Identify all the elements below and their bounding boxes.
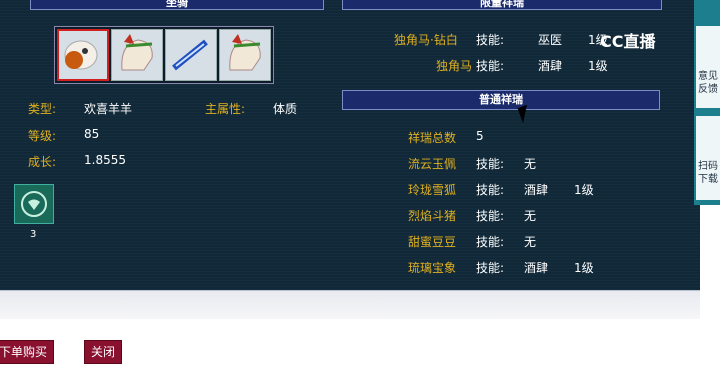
mount-icon-strip <box>54 26 274 84</box>
item-skill: 巫医 <box>538 33 563 47</box>
item-level: 1级 <box>574 261 594 275</box>
total-label: 祥瑞总数 <box>408 131 457 145</box>
mount-slot-horse-2[interactable] <box>219 29 271 81</box>
sword-icon <box>172 39 208 71</box>
download-button[interactable]: 扫码下载 <box>696 116 720 200</box>
item-skill: 酒肆 <box>524 183 549 197</box>
horse-icon <box>121 34 153 71</box>
side-toolbar: 意见反馈 扫码下载 <box>694 0 720 205</box>
mount-slot-sheep[interactable] <box>57 29 109 81</box>
feedback-button[interactable]: 意见反馈 <box>696 26 720 108</box>
growth-value: 1.8555 <box>84 153 126 167</box>
total-value: 5 <box>476 129 484 143</box>
panel-footer-band <box>0 290 700 319</box>
item-skill-label: 技能: <box>476 183 505 197</box>
mount-slot-sword[interactable] <box>165 29 217 81</box>
buy-button[interactable]: 下单购买 <box>0 340 55 364</box>
normal-item: 玲珑雪狐 技能: 酒肆 1级 <box>408 181 594 198</box>
item-level: 1级 <box>574 183 594 197</box>
close-button[interactable]: 关闭 <box>84 340 123 364</box>
total-count-row: 祥瑞总数 5 <box>408 129 484 146</box>
mount-type-value: 欢喜羊羊 <box>84 102 133 116</box>
badge-count: 3 <box>30 229 37 240</box>
item-skill-label: 技能: <box>476 261 505 275</box>
item-name: 独角马 <box>436 59 473 73</box>
normal-item: 琉璃宝象 技能: 酒肆 1级 <box>408 259 594 276</box>
download-label: 扫码下载 <box>698 161 718 185</box>
normal-item: 烈焰斗猪 技能: 无 <box>408 207 536 224</box>
skill-badge-icon[interactable] <box>14 184 54 224</box>
item-level: 1级 <box>588 59 608 73</box>
item-skill-label: 技能: <box>476 157 505 171</box>
heart-shield-icon <box>21 191 47 217</box>
sheep-icon <box>64 40 98 70</box>
item-skill-label: 技能: <box>476 59 505 73</box>
item-name: 琉璃宝象 <box>408 261 457 275</box>
level-value: 85 <box>84 127 100 141</box>
cc-logo-text: CC直播 <box>600 32 656 51</box>
item-skill: 无 <box>524 209 537 223</box>
equipment-panel: 坐骑 限量祥瑞 类型: 欢喜羊羊 主属性: 体质 等级: 85 成长: 1.85… <box>0 0 700 290</box>
item-name: 烈焰斗猪 <box>408 209 457 223</box>
limited-item: 独角马·钻白 技能: 巫医 1级 <box>394 31 608 48</box>
mount-slot-horse-1[interactable] <box>111 29 163 81</box>
feedback-label: 意见反馈 <box>698 71 718 95</box>
item-name: 甜蜜豆豆 <box>408 235 457 249</box>
item-skill: 酒肆 <box>538 59 563 73</box>
item-name: 独角马·钻白 <box>394 33 458 47</box>
item-skill: 酒肆 <box>524 261 549 275</box>
mount-section-title: 坐骑 <box>30 0 324 10</box>
main-attr-value: 体质 <box>273 102 298 116</box>
normal-item: 流云玉佩 技能: 无 <box>408 155 536 172</box>
mount-type-label: 类型: <box>28 102 57 116</box>
limited-item: 独角马 技能: 酒肆 1级 <box>436 57 608 74</box>
growth-label: 成长: <box>28 155 57 169</box>
cc-live-logo: CC直播 <box>600 28 696 54</box>
item-skill-label: 技能: <box>476 235 505 249</box>
item-skill-label: 技能: <box>476 209 505 223</box>
normal-section-title: 普通祥瑞 <box>342 90 660 110</box>
limited-section-title: 限量祥瑞 <box>342 0 662 10</box>
item-skill-label: 技能: <box>476 33 505 47</box>
normal-item: 甜蜜豆豆 技能: 无 <box>408 233 536 250</box>
item-skill: 无 <box>524 157 537 171</box>
item-name: 玲珑雪狐 <box>408 183 457 197</box>
level-label: 等级: <box>28 129 57 143</box>
horse-icon <box>229 34 261 71</box>
item-skill: 无 <box>524 235 537 249</box>
item-name: 流云玉佩 <box>408 157 457 171</box>
main-attr-label: 主属性: <box>205 102 246 116</box>
